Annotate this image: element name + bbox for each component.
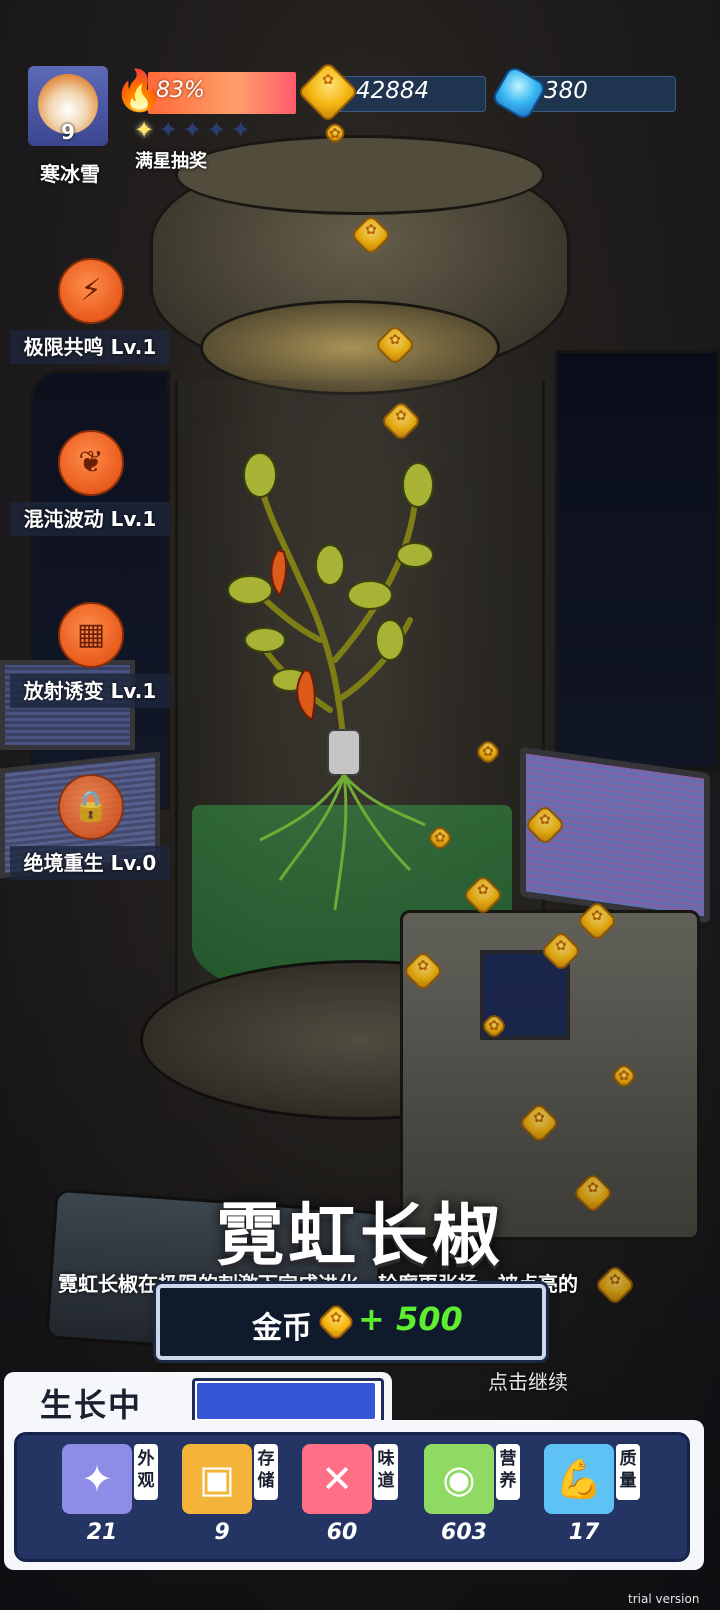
growth-progress-fill: [197, 1383, 375, 1419]
star-icon: ✦: [134, 116, 155, 144]
skill-label-radiation[interactable]: 放射诱变 Lv.1: [10, 674, 170, 708]
stat-tag: 外观: [134, 1444, 158, 1500]
player-level: 9: [61, 120, 75, 144]
skill-label-resonance[interactable]: 极限共鸣 Lv.1: [10, 330, 170, 364]
box-icon: ▣: [182, 1444, 252, 1514]
reward-amount: + 500: [358, 1300, 463, 1338]
sparkle-icon: ✦: [62, 1444, 132, 1514]
player-name: 寒冰雪: [40, 162, 100, 186]
stat-tag: 营养: [496, 1444, 520, 1500]
stat-appearance[interactable]: ✦ 外观 21: [62, 1440, 172, 1556]
lock-icon[interactable]: 🔒: [58, 774, 124, 840]
stat-value: 603: [441, 1520, 487, 1545]
star-rating[interactable]: ✦ ✦ ✦ ✦ ✦: [134, 115, 251, 145]
full-star-lottery-label[interactable]: 满星抽奖: [135, 147, 207, 173]
stat-value: 60: [326, 1520, 358, 1545]
stat-value: 9: [214, 1520, 230, 1545]
stat-tag: 质量: [616, 1444, 640, 1500]
reward-currency-label: 金币: [252, 1311, 312, 1346]
fruit-icon: ◉: [424, 1444, 494, 1514]
skill-label-rebirth[interactable]: 绝境重生 Lv.0: [10, 846, 170, 880]
watermark: trial version: [628, 1592, 700, 1606]
stat-quality[interactable]: 💪 质量 17: [544, 1440, 654, 1556]
fire-icon: 🔥: [114, 68, 164, 114]
boxes-leaf-icon[interactable]: ▦: [58, 602, 124, 668]
plant-dome-icon[interactable]: ❦: [58, 430, 124, 496]
tap-to-continue[interactable]: 点击继续: [448, 1366, 608, 1395]
stat-storage[interactable]: ▣ 存储 9: [182, 1440, 292, 1556]
stat-flavor[interactable]: ✕ 味道 60: [302, 1440, 412, 1556]
stat-nutrition[interactable]: ◉ 营养 603: [424, 1440, 534, 1556]
gem-amount: 380: [544, 78, 588, 104]
muscle-icon: 💪: [544, 1444, 614, 1514]
plant-name: 霓虹长椒: [215, 1197, 504, 1276]
stat-tag: 味道: [374, 1444, 398, 1500]
fire-percent: 83%: [156, 78, 205, 103]
skill-label-chaos[interactable]: 混沌波动 Lv.1: [10, 502, 170, 536]
gold-amount: 42884: [356, 78, 430, 104]
star-icon: ✦: [158, 116, 179, 144]
stat-value: 21: [86, 1520, 118, 1545]
stat-value: 17: [568, 1520, 600, 1545]
fork-knife-icon: ✕: [302, 1444, 372, 1514]
player-avatar[interactable]: 9: [28, 66, 108, 146]
star-icon: ✦: [230, 116, 251, 144]
lightning-leaf-icon[interactable]: ⚡: [58, 258, 124, 324]
star-icon: ✦: [206, 116, 227, 144]
star-icon: ✦: [182, 116, 203, 144]
stat-tag: 存储: [254, 1444, 278, 1500]
